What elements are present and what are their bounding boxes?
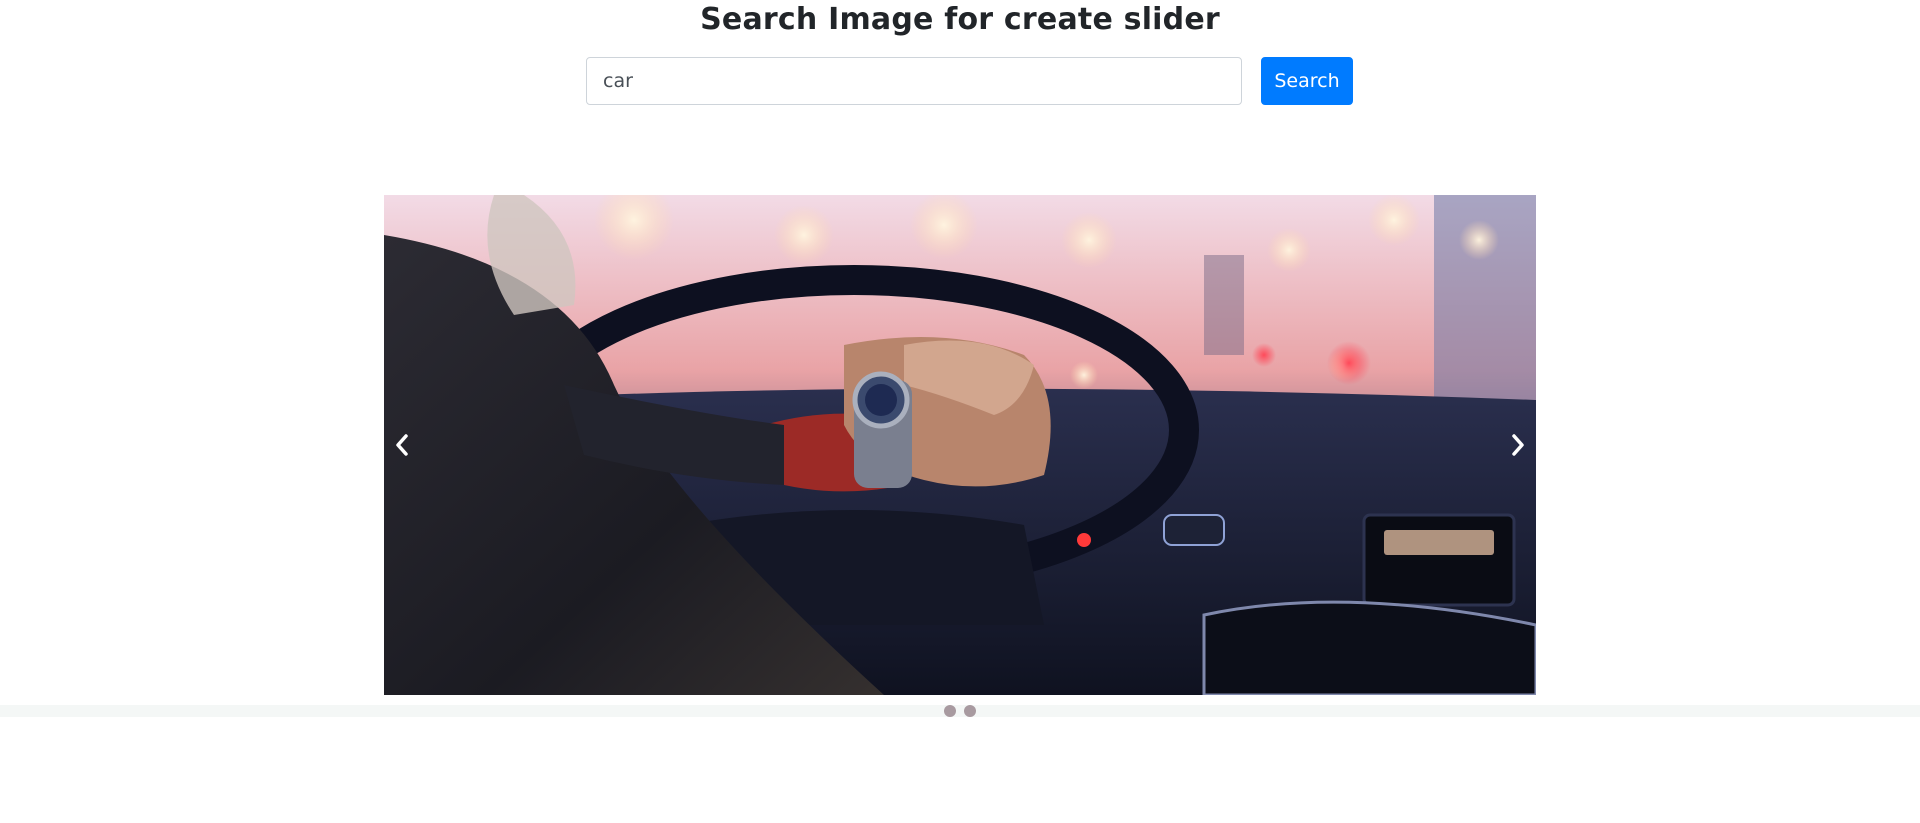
- search-button[interactable]: Search: [1261, 57, 1353, 105]
- carousel-indicator-2[interactable]: [964, 705, 976, 717]
- page-title: Search Image for create slider: [700, 2, 1220, 37]
- image-carousel: [384, 195, 1536, 695]
- chevron-left-icon: [396, 434, 408, 456]
- carousel-indicators: [0, 703, 1920, 719]
- carousel-indicator-1[interactable]: [944, 705, 956, 717]
- carousel-next-button[interactable]: [1476, 195, 1536, 695]
- search-input[interactable]: [586, 57, 1242, 105]
- chevron-right-icon: [1512, 434, 1524, 456]
- carousel-prev-button[interactable]: [384, 195, 444, 695]
- carousel-slide-image: [384, 195, 1536, 695]
